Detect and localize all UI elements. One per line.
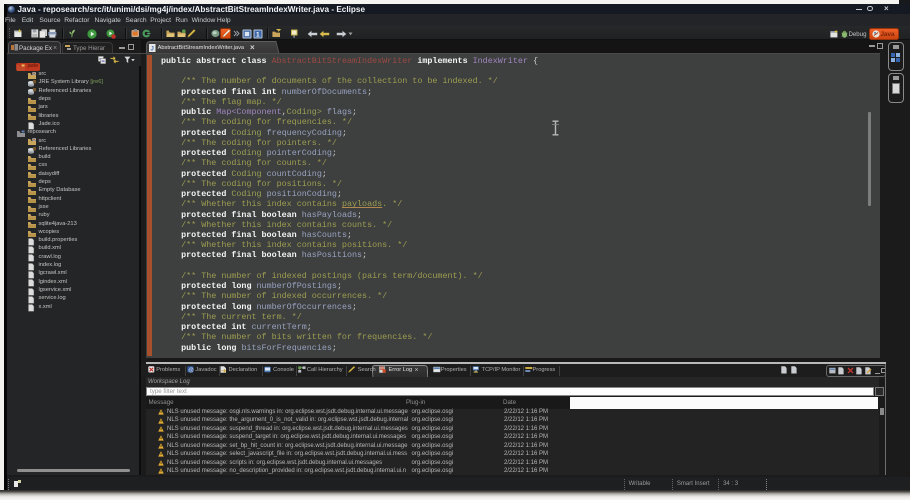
svg-text:@: @ (188, 368, 194, 373)
svg-text:1: 1 (256, 31, 260, 38)
svg-text:J: J (151, 46, 154, 52)
